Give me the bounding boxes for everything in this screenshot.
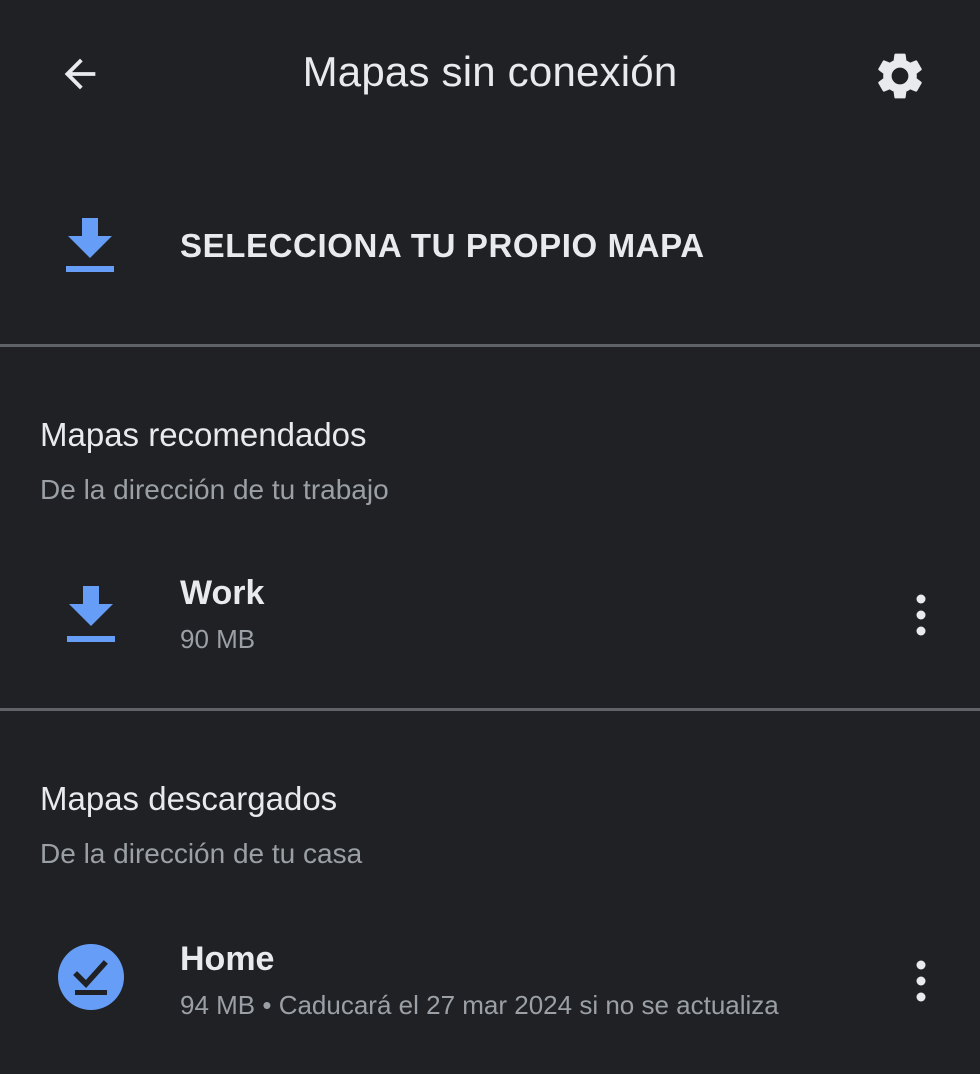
map-item-work[interactable]: Work 90 MB: [0, 562, 980, 672]
more-vert-icon: [916, 960, 926, 1002]
select-own-map-button[interactable]: SELECCIONA TU PROPIO MAPA: [0, 180, 980, 320]
settings-button[interactable]: [868, 44, 932, 108]
divider: [0, 344, 980, 347]
map-item-details: 94 MB • Caducará el 27 mar 2024 si no se…: [180, 990, 779, 1020]
gear-icon: [878, 53, 922, 99]
page-title: Mapas sin conexión: [302, 48, 678, 95]
recommended-section-subtitle: De la dirección de tu trabajo: [40, 474, 389, 505]
more-options-button[interactable]: [898, 580, 944, 650]
offline-maps-screen: Mapas sin conexión SELECCIONA TU PROPIO …: [0, 0, 980, 1074]
download-icon: [56, 576, 126, 646]
divider: [0, 708, 980, 711]
map-item-title: Work: [180, 574, 265, 612]
select-own-map-label: SELECCIONA TU PROPIO MAPA: [180, 227, 705, 264]
download-icon: [60, 210, 120, 280]
downloaded-check-icon: [56, 942, 126, 1012]
more-vert-icon: [916, 594, 926, 636]
map-item-home[interactable]: Home 94 MB • Caducará el 27 mar 2024 si …: [0, 928, 980, 1038]
recommended-section-title: Mapas recomendados: [40, 416, 367, 453]
app-bar: Mapas sin conexión: [0, 0, 980, 150]
map-item-title: Home: [180, 940, 275, 978]
map-item-size: 90 MB: [180, 624, 256, 654]
more-options-button[interactable]: [898, 946, 944, 1016]
downloaded-section-subtitle: De la dirección de tu casa: [40, 838, 363, 869]
downloaded-section-title: Mapas descargados: [40, 780, 338, 817]
